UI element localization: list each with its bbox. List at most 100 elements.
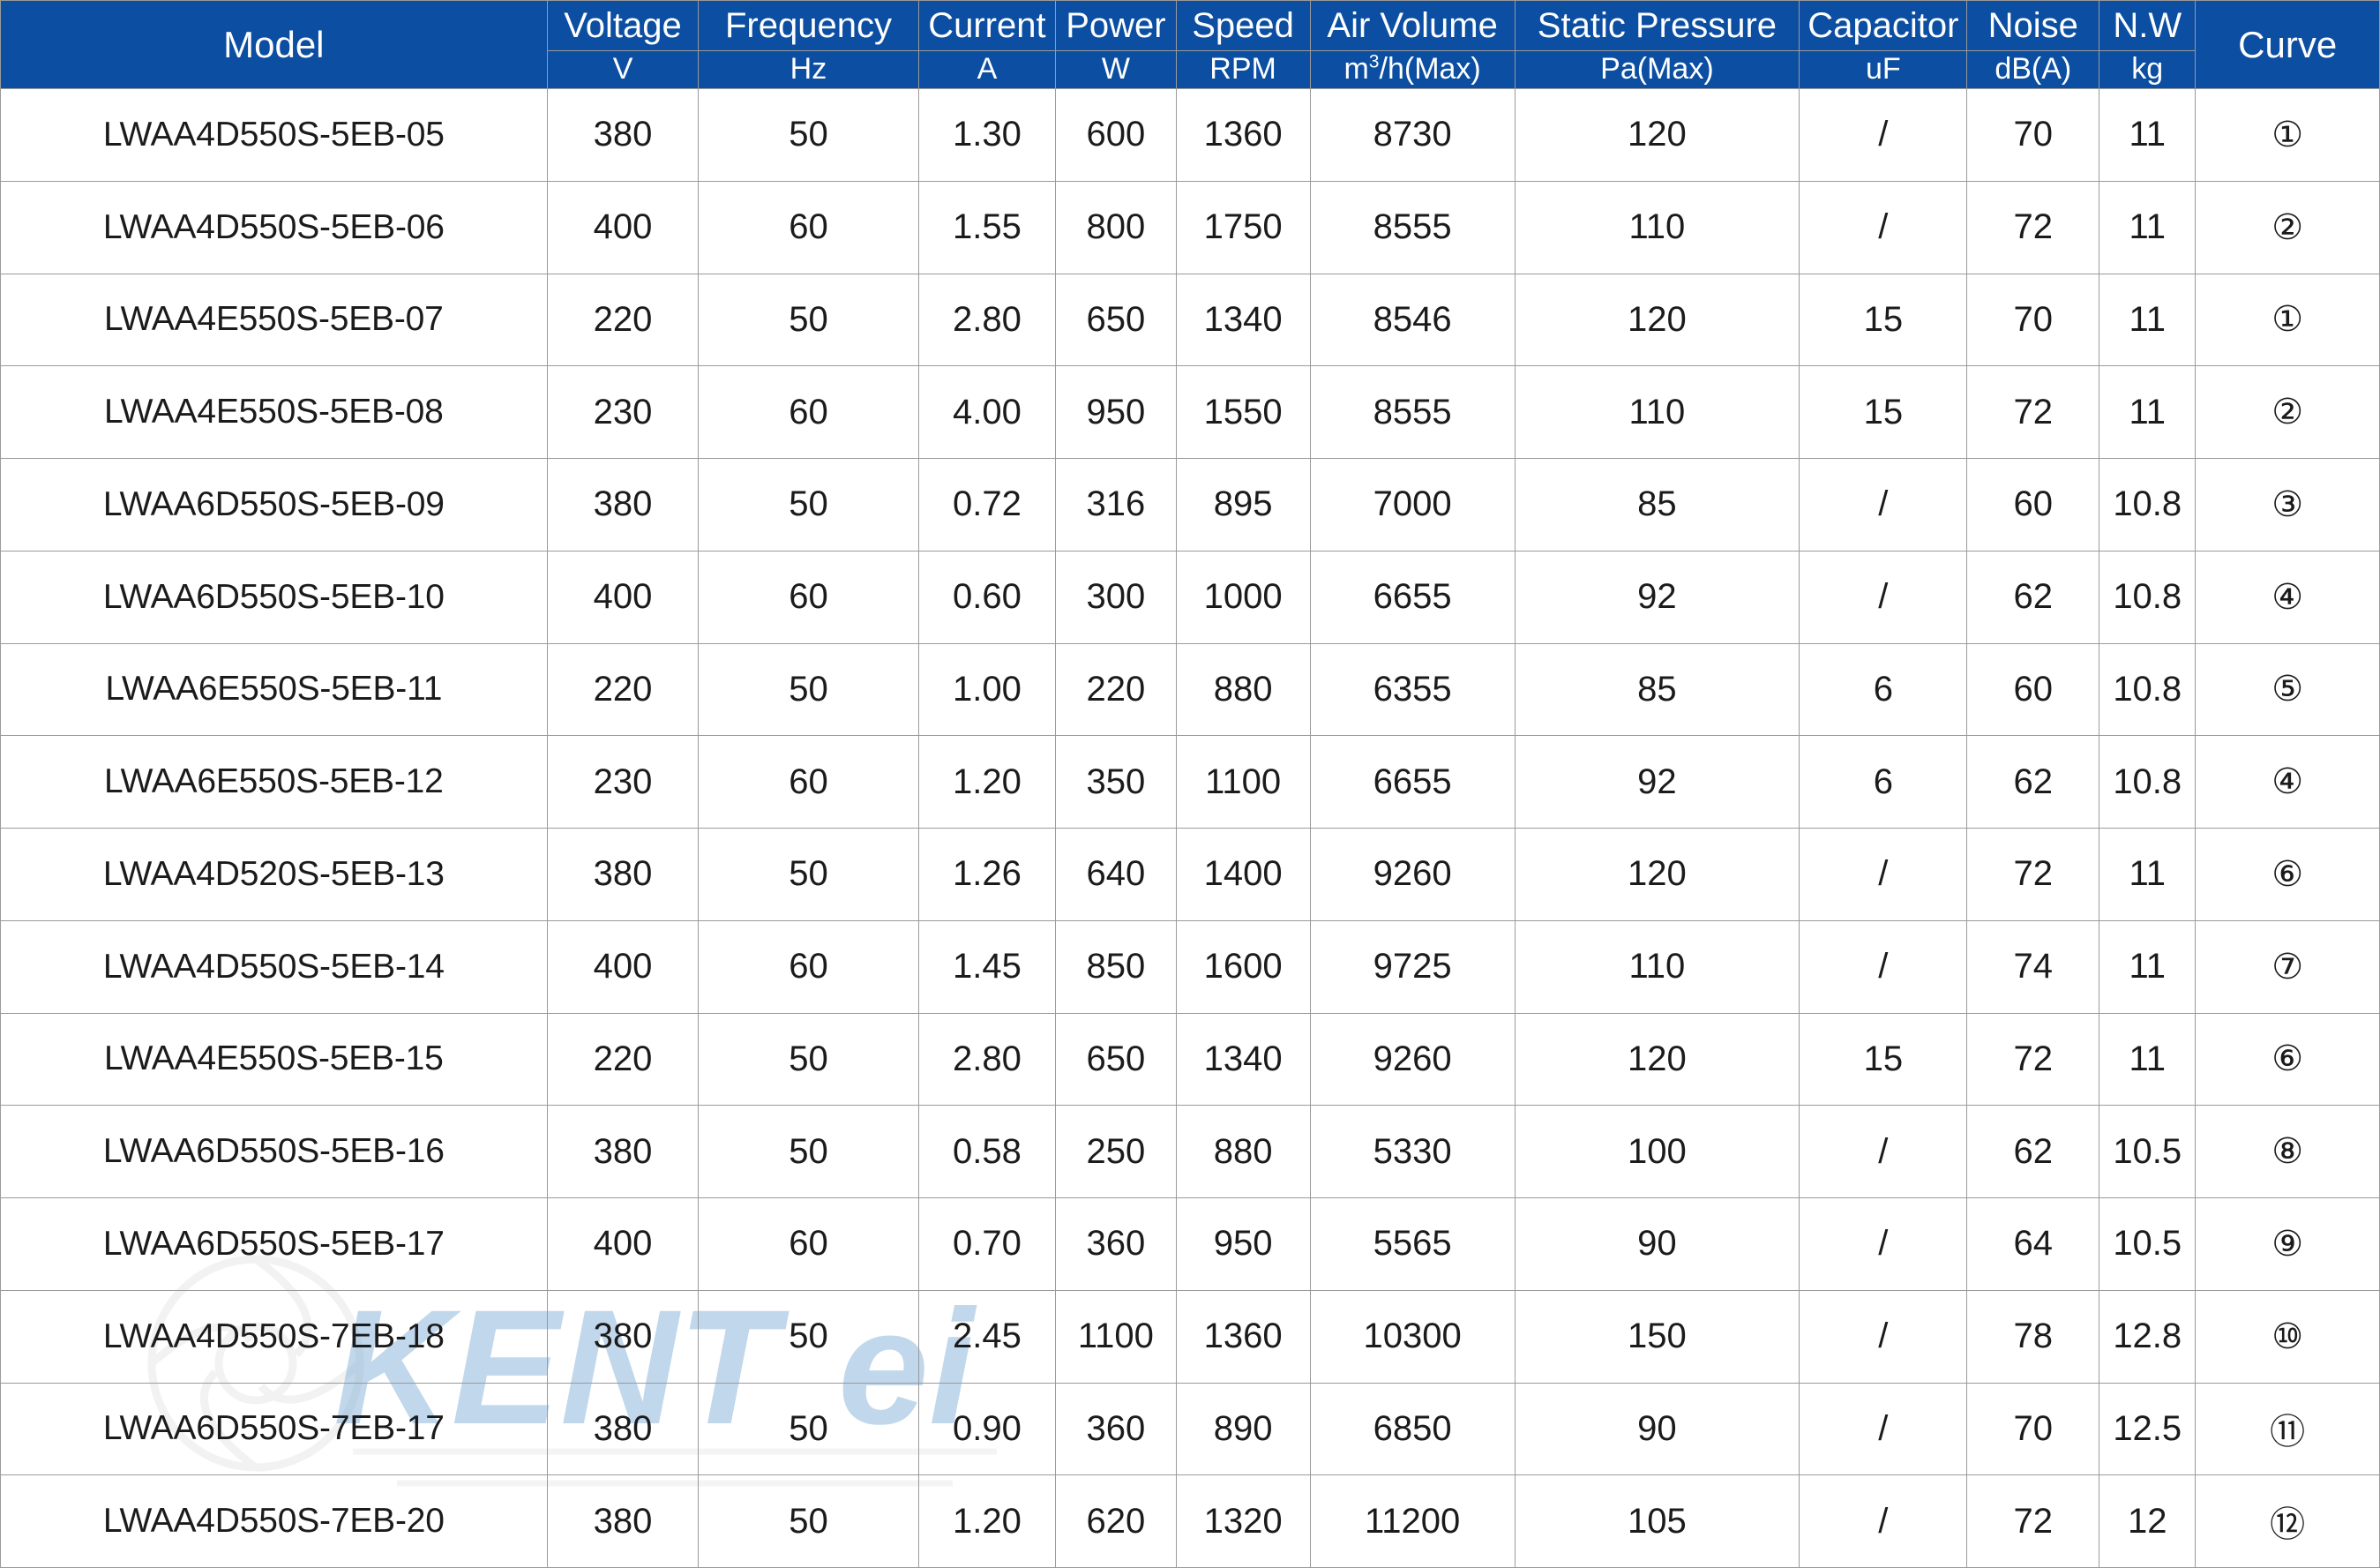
cell-current: 2.80 [917, 1012, 1057, 1107]
cell-net-weight: 10.8 [2099, 642, 2197, 737]
cell-voltage: 380 [546, 1289, 700, 1384]
cell-noise: 74 [1966, 919, 2100, 1014]
cell-noise: 70 [1966, 88, 2100, 182]
cell-power: 316 [1055, 458, 1177, 551]
cell-net-weight: 11 [2099, 1012, 2197, 1107]
cell-noise: 70 [1966, 1382, 2100, 1476]
cell-static-pressure: 90 [1514, 1197, 1800, 1291]
cell-voltage: 380 [546, 88, 700, 182]
cell-model: LWAA6E550S-5EB-12 [0, 735, 548, 829]
cell-power: 360 [1055, 1197, 1177, 1291]
cell-curve: ③ [2195, 458, 2380, 551]
unit-header-static-pressure: Pa(Max) [1514, 50, 1800, 89]
table-row: LWAA4E550S-5EB-07 220 50 2.80 650 1340 8546 120… [0, 273, 2380, 367]
table-row: LWAA4D550S-5EB-05 380 50 1.30 600 1360 8730 120… [0, 88, 2380, 182]
cell-frequency: 50 [698, 828, 919, 921]
table-row: LWAA4D550S-5EB-06 400 60 1.55 800 1750 8555 110… [0, 180, 2380, 274]
column-header-voltage: Voltage [546, 0, 700, 51]
cell-static-pressure: 92 [1514, 550, 1800, 644]
table-row: LWAA4E550S-5EB-15 220 50 2.80 650 1340 9260 120… [0, 1012, 2380, 1107]
cell-static-pressure: 120 [1514, 88, 1800, 182]
cell-voltage: 400 [546, 1197, 700, 1291]
cell-voltage: 400 [546, 180, 700, 274]
cell-capacitor: / [1799, 88, 1968, 182]
cell-speed: 1360 [1175, 88, 1311, 182]
column-header-current: Current [917, 0, 1057, 51]
cell-net-weight: 11 [2099, 273, 2197, 367]
cell-capacitor: / [1799, 458, 1968, 551]
cell-speed: 895 [1175, 458, 1311, 551]
table-body: LWAA4D550S-5EB-05 380 50 1.30 600 1360 8730 120… [0, 88, 2380, 1568]
cell-current: 0.90 [917, 1382, 1057, 1476]
cell-static-pressure: 105 [1514, 1474, 1800, 1568]
cell-air-volume: 8730 [1309, 88, 1516, 182]
cell-speed: 1750 [1175, 180, 1311, 274]
cell-frequency: 60 [698, 1197, 919, 1291]
cell-curve: ① [2195, 88, 2380, 182]
cell-power: 1100 [1055, 1289, 1177, 1384]
cell-air-volume: 9260 [1309, 828, 1516, 921]
table-row: LWAA6E550S-5EB-11 220 50 1.00 220 880 6355 85 6 6… [0, 642, 2380, 737]
cell-capacitor: / [1799, 1474, 1968, 1568]
cell-current: 0.60 [917, 550, 1057, 644]
cell-net-weight: 10.5 [2099, 1105, 2197, 1198]
cell-frequency: 50 [698, 1105, 919, 1198]
cell-noise: 60 [1966, 642, 2100, 737]
cell-current: 1.55 [917, 180, 1057, 274]
cell-noise: 62 [1966, 735, 2100, 829]
cell-net-weight: 11 [2099, 88, 2197, 182]
cell-voltage: 220 [546, 642, 700, 737]
cell-net-weight: 11 [2099, 365, 2197, 459]
column-header-frequency: Frequency [698, 0, 919, 51]
unit-header-capacitor: uF [1799, 50, 1968, 89]
cell-model: LWAA6D550S-5EB-10 [0, 550, 548, 644]
cell-noise: 72 [1966, 180, 2100, 274]
unit-header-noise: dB(A) [1966, 50, 2100, 89]
cell-static-pressure: 100 [1514, 1105, 1800, 1198]
cell-frequency: 60 [698, 735, 919, 829]
cell-power: 220 [1055, 642, 1177, 737]
cell-net-weight: 12 [2099, 1474, 2197, 1568]
cell-voltage: 380 [546, 1382, 700, 1476]
cell-capacitor: / [1799, 1197, 1968, 1291]
cell-speed: 1600 [1175, 919, 1311, 1014]
cell-curve: ② [2195, 180, 2380, 274]
cell-frequency: 60 [698, 365, 919, 459]
cell-net-weight: 12.8 [2099, 1289, 2197, 1384]
cell-voltage: 230 [546, 365, 700, 459]
cell-capacitor: / [1799, 180, 1968, 274]
cell-net-weight: 10.8 [2099, 458, 2197, 551]
cell-capacitor: 6 [1799, 642, 1968, 737]
cell-noise: 72 [1966, 365, 2100, 459]
cell-capacitor: / [1799, 919, 1968, 1014]
cell-frequency: 60 [698, 180, 919, 274]
unit-header-frequency: Hz [698, 50, 919, 89]
cell-static-pressure: 92 [1514, 735, 1800, 829]
cell-air-volume: 9260 [1309, 1012, 1516, 1107]
cell-speed: 1340 [1175, 1012, 1311, 1107]
unit-header-air-volume: m3/h(Max) [1309, 50, 1516, 89]
cell-power: 650 [1055, 1012, 1177, 1107]
cell-speed: 1550 [1175, 365, 1311, 459]
table-row: LWAA6E550S-5EB-12 230 60 1.20 350 1100 6655 92 6… [0, 735, 2380, 829]
cell-speed: 880 [1175, 1105, 1311, 1198]
cell-speed: 1360 [1175, 1289, 1311, 1384]
cell-speed: 1100 [1175, 735, 1311, 829]
cell-current: 0.72 [917, 458, 1057, 551]
cell-model: LWAA6D550S-5EB-17 [0, 1197, 548, 1291]
cell-power: 360 [1055, 1382, 1177, 1476]
table-row: LWAA4D550S-7EB-20 380 50 1.20 620 1320 11200 10… [0, 1474, 2380, 1568]
table-row: LWAA6D550S-5EB-16 380 50 0.58 250 880 5330 100/… [0, 1105, 2380, 1198]
cell-voltage: 220 [546, 273, 700, 367]
cell-model: LWAA4D550S-5EB-05 [0, 88, 548, 182]
cell-frequency: 50 [698, 88, 919, 182]
cell-noise: 78 [1966, 1289, 2100, 1384]
cell-speed: 1340 [1175, 273, 1311, 367]
cell-air-volume: 7000 [1309, 458, 1516, 551]
fan-specification-table: Model Voltage Frequency Current Power Sp… [0, 0, 2380, 1568]
cell-air-volume: 6655 [1309, 550, 1516, 644]
cell-noise: 62 [1966, 1105, 2100, 1198]
specification-table-container: KENT ei Model Voltage Frequency Current … [0, 0, 2380, 1568]
cell-capacitor: 15 [1799, 1012, 1968, 1107]
cell-power: 850 [1055, 919, 1177, 1014]
